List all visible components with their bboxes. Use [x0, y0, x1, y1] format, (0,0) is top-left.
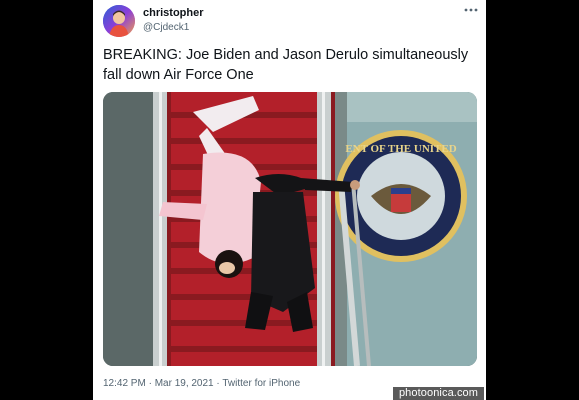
tweet-text: BREAKING: Joe Biden and Jason Derulo sim… [103, 47, 469, 83]
tweet-source[interactable]: Twitter for iPhone [222, 378, 300, 389]
tweet-timestamp[interactable]: 12:42 PM · Mar 19, 2021 [103, 378, 214, 389]
more-horizontal-icon[interactable] [462, 3, 480, 17]
display-name[interactable]: christopher [143, 7, 204, 19]
screenshot-frame: christopher @Cjdeck1 BREAKING: Joe Biden… [0, 0, 579, 400]
avatar-image [103, 5, 135, 37]
air-force-one-stairs-photo: ENT OF THE UNITED [103, 92, 477, 366]
tweet-metadata: 12:42 PM · Mar 19, 2021 · Twitter for iP… [103, 378, 300, 389]
user-handle[interactable]: @Cjdeck1 [143, 22, 189, 33]
tweet-card: christopher @Cjdeck1 BREAKING: Joe Biden… [93, 0, 486, 400]
avatar[interactable] [103, 5, 135, 37]
tweet-photo[interactable]: ENT OF THE UNITED [103, 92, 477, 366]
watermark: photoonica.com [393, 387, 484, 400]
seal-text: ENT OF THE UNITED [345, 143, 456, 155]
